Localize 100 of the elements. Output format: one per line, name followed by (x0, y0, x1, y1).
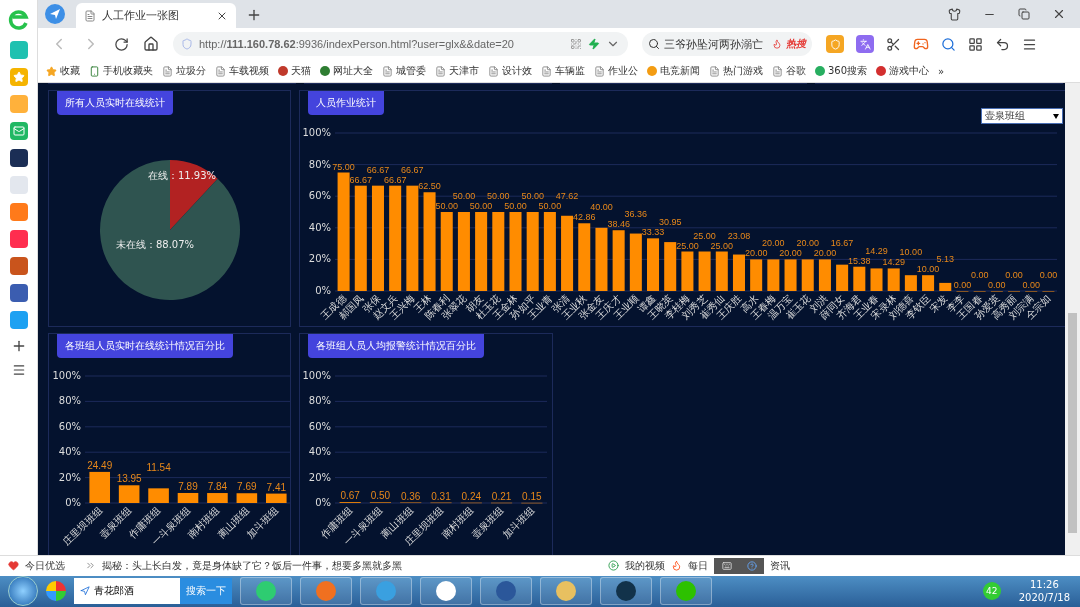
qr-code-icon[interactable] (570, 38, 582, 50)
axis-tick-label: 100% (302, 369, 331, 381)
data-label: 50.00 (538, 201, 562, 211)
data-label: 0.31 (431, 490, 451, 502)
bar (750, 259, 763, 291)
panel-title: 人员作业统计 (308, 91, 384, 115)
grid-icon[interactable] (968, 36, 983, 52)
browser-tab[interactable]: 人工作业一张图 (76, 3, 236, 28)
keyboard-icon[interactable] (721, 560, 732, 571)
bar (177, 492, 199, 503)
phone-icon (89, 65, 100, 77)
menu-icon[interactable] (11, 363, 26, 377)
search-text: 三爷孙坠河两孙溺亡 (664, 36, 764, 52)
status-link[interactable]: 资讯 (770, 558, 790, 573)
taskbar-app[interactable] (240, 577, 292, 606)
undo-icon[interactable] (995, 36, 1010, 52)
bookmark[interactable]: 作业公 (594, 64, 638, 78)
bookmark[interactable]: 网址大全 (320, 64, 373, 78)
data-label: 0.00 (970, 270, 989, 280)
axis-tick-label: 80% (308, 395, 331, 407)
bookmark[interactable]: 城管委 (382, 64, 426, 78)
gamepad-icon[interactable] (913, 36, 929, 52)
data-label: 66.67 (349, 174, 373, 185)
bookmark[interactable]: 天猫 (278, 64, 311, 78)
data-label: 7.89 (178, 480, 198, 492)
status-link[interactable]: 今日优选 (25, 558, 65, 573)
taskbar-app[interactable] (360, 577, 412, 606)
bookmark[interactable]: 垃圾分 (162, 64, 206, 78)
search-button[interactable]: 搜索一下 (180, 578, 232, 605)
bookmark[interactable]: 天津市 (435, 64, 479, 78)
lightning-icon[interactable] (588, 38, 600, 50)
bookmark[interactable]: 车载视频 (215, 64, 269, 78)
bookmark[interactable]: 收藏 (46, 64, 80, 78)
data-label: 50.00 (504, 201, 527, 211)
data-label: 0.00 (1022, 280, 1040, 290)
close-icon[interactable] (1052, 7, 1066, 21)
page-icon (215, 65, 226, 77)
home-icon[interactable] (143, 36, 159, 52)
help-icon[interactable] (746, 560, 757, 571)
search-icon[interactable] (941, 36, 956, 52)
taskbar-app[interactable] (420, 577, 472, 606)
bookmark[interactable]: 游戏中心 (876, 64, 930, 78)
app-icon[interactable] (9, 149, 28, 167)
bookmark[interactable]: 谷歌 (772, 64, 806, 78)
taskbar-app[interactable] (540, 577, 592, 606)
address-field[interactable]: http://111.160.78.62:9936/indexPerson.html?user=glx&&date=20 (173, 32, 628, 56)
app-icon[interactable] (9, 284, 28, 302)
data-label: 30.95 (658, 217, 682, 228)
page-icon (84, 9, 96, 22)
browser-icon (80, 586, 90, 597)
bar (715, 251, 728, 291)
restore-icon[interactable] (1018, 8, 1030, 20)
bar (207, 492, 228, 503)
taskbar-app[interactable] (300, 577, 352, 606)
bar (647, 238, 660, 291)
more-bookmarks[interactable]: » (938, 65, 945, 77)
reload-icon[interactable] (114, 36, 129, 52)
bookmark[interactable]: 手机收藏夹 (89, 64, 153, 78)
status-link[interactable]: 每日 (688, 558, 708, 573)
data-label: 23.08 (727, 230, 751, 241)
data-label: 50.00 (452, 191, 476, 201)
taskbar-search-field[interactable]: 青花郎酒 (74, 578, 180, 605)
bookmark[interactable]: 热门游戏 (709, 64, 763, 78)
news-ticker[interactable]: 揭秘：头上长白发，竟是身体缺了它？饭后一件事，想要多黑就多黑 (102, 558, 602, 573)
scissors-icon[interactable] (886, 36, 901, 52)
menu-icon[interactable] (1022, 36, 1037, 52)
axis-tick-label: 20% (308, 471, 331, 483)
dropdown-arrow-icon (1053, 113, 1059, 119)
shirt-icon[interactable] (948, 7, 961, 21)
taskbar-app[interactable] (480, 577, 532, 606)
new-tab-icon[interactable] (246, 7, 262, 23)
taskbar-app[interactable] (600, 577, 652, 606)
navigation-icon[interactable] (44, 3, 66, 25)
search-icon (648, 38, 660, 50)
clock[interactable]: 11:26 2020/7/18 (1008, 578, 1080, 605)
status-link[interactable]: 我的视频 (625, 558, 665, 573)
start-button[interactable] (8, 576, 38, 607)
page-icon (594, 65, 605, 77)
input-toolbar[interactable] (714, 557, 764, 574)
bar (681, 251, 694, 291)
data-label: 50.00 (469, 201, 493, 211)
data-label: 14.29 (882, 257, 905, 268)
data-label: 25.00 (710, 240, 734, 251)
bookmark[interactable]: 电竞新闻 (647, 64, 700, 78)
data-label: 50.00 (521, 191, 544, 201)
translate-icon[interactable] (856, 35, 874, 53)
bar (887, 268, 900, 291)
browser-logo-icon[interactable] (7, 8, 30, 32)
taskbar-app[interactable] (660, 577, 712, 606)
bar (236, 492, 258, 503)
bar (664, 242, 677, 291)
bookmark[interactable]: 360搜索 (815, 64, 868, 78)
scrollbar[interactable] (1065, 83, 1080, 555)
axis-tick-label: 20% (58, 471, 81, 483)
search-field[interactable]: 三爷孙坠河两孙溺亡 热搜 (642, 32, 812, 56)
group-select[interactable]: 壶泉班组 (981, 108, 1063, 124)
data-label: 66.67 (383, 174, 407, 185)
bookmark[interactable]: 车辆监 (541, 64, 585, 78)
bookmark[interactable]: 设计效 (488, 64, 532, 78)
scroll-thumb[interactable] (1068, 313, 1077, 533)
